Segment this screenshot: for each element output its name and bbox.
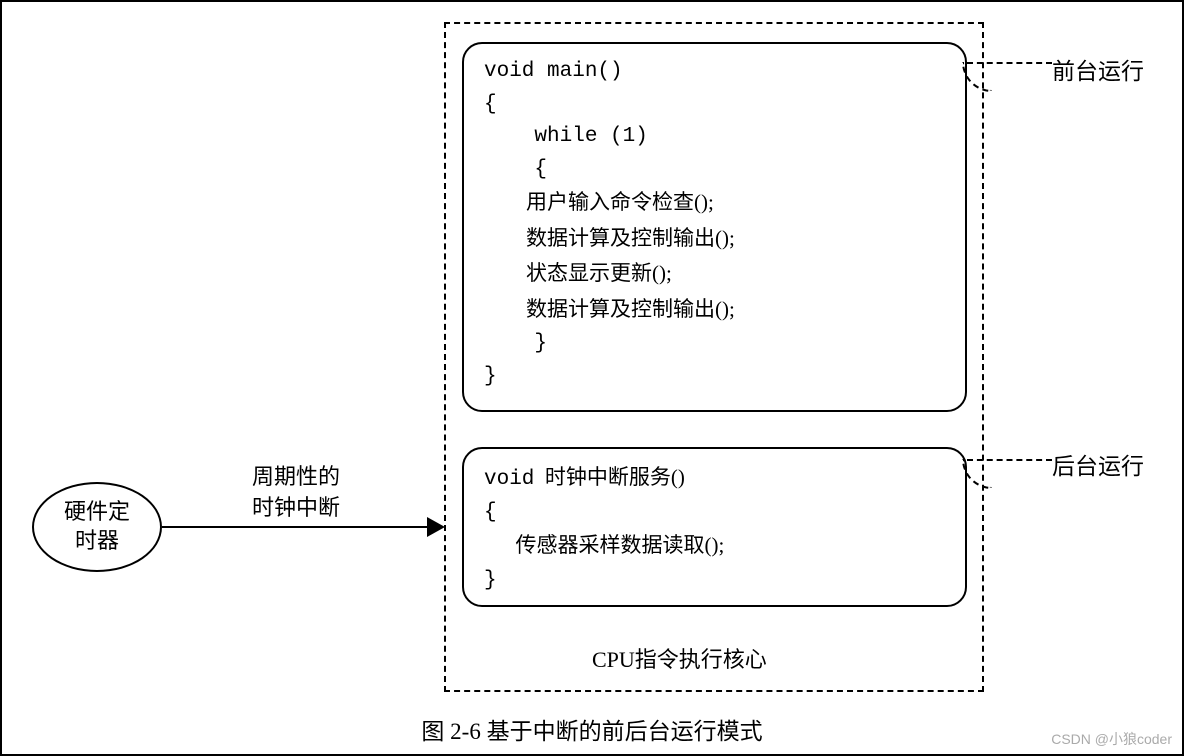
code-bot-l2: { — [484, 501, 497, 524]
cpu-core-label: CPU指令执行核心 — [592, 642, 767, 674]
code-top-l10: } — [484, 365, 497, 388]
code-bot-l1a: void — [484, 468, 534, 491]
ellipse-text-2: 时器 — [75, 527, 119, 556]
code-bot-l4: } — [484, 569, 497, 592]
code-top-l4: { — [484, 158, 547, 181]
interrupt-arrow-label: 周期性的 时钟中断 — [252, 462, 340, 524]
figure-caption: 图 2-6 基于中断的前后台运行模式 — [2, 712, 1182, 746]
code-top-l8: 数据计算及控制输出(); — [484, 297, 735, 321]
ellipse-text-1: 硬件定 — [64, 498, 130, 527]
foreground-label: 前台运行 — [1052, 52, 1144, 86]
code-top-l9: } — [484, 332, 547, 355]
code-top-l6: 数据计算及控制输出(); — [484, 226, 735, 250]
arrow-label-2: 时钟中断 — [252, 495, 340, 520]
interrupt-arrow-line — [162, 526, 437, 528]
code-top-l1: void main() — [484, 60, 623, 83]
code-top-l3: while (1) — [484, 125, 648, 148]
background-label: 后台运行 — [1052, 447, 1144, 481]
isr-code-box: void 时钟中断服务() { 传感器采样数据读取(); } — [462, 447, 967, 607]
interrupt-arrow-head — [427, 517, 445, 537]
main-code-box: void main() { while (1) { 用户输入命令检查(); 数据… — [462, 42, 967, 412]
code-bot-l3: 传感器采样数据读取(); — [484, 533, 724, 557]
watermark-text: CSDN @小狼coder — [1051, 729, 1172, 749]
code-top-l2: { — [484, 93, 497, 116]
code-top-l5: 用户输入命令检查(); — [484, 190, 714, 214]
arrow-label-1: 周期性的 — [252, 464, 340, 489]
hardware-timer-node: 硬件定 时器 — [32, 482, 162, 572]
code-top-l7: 状态显示更新(); — [484, 261, 672, 285]
code-bot-l1b: 时钟中断服务() — [534, 465, 685, 489]
